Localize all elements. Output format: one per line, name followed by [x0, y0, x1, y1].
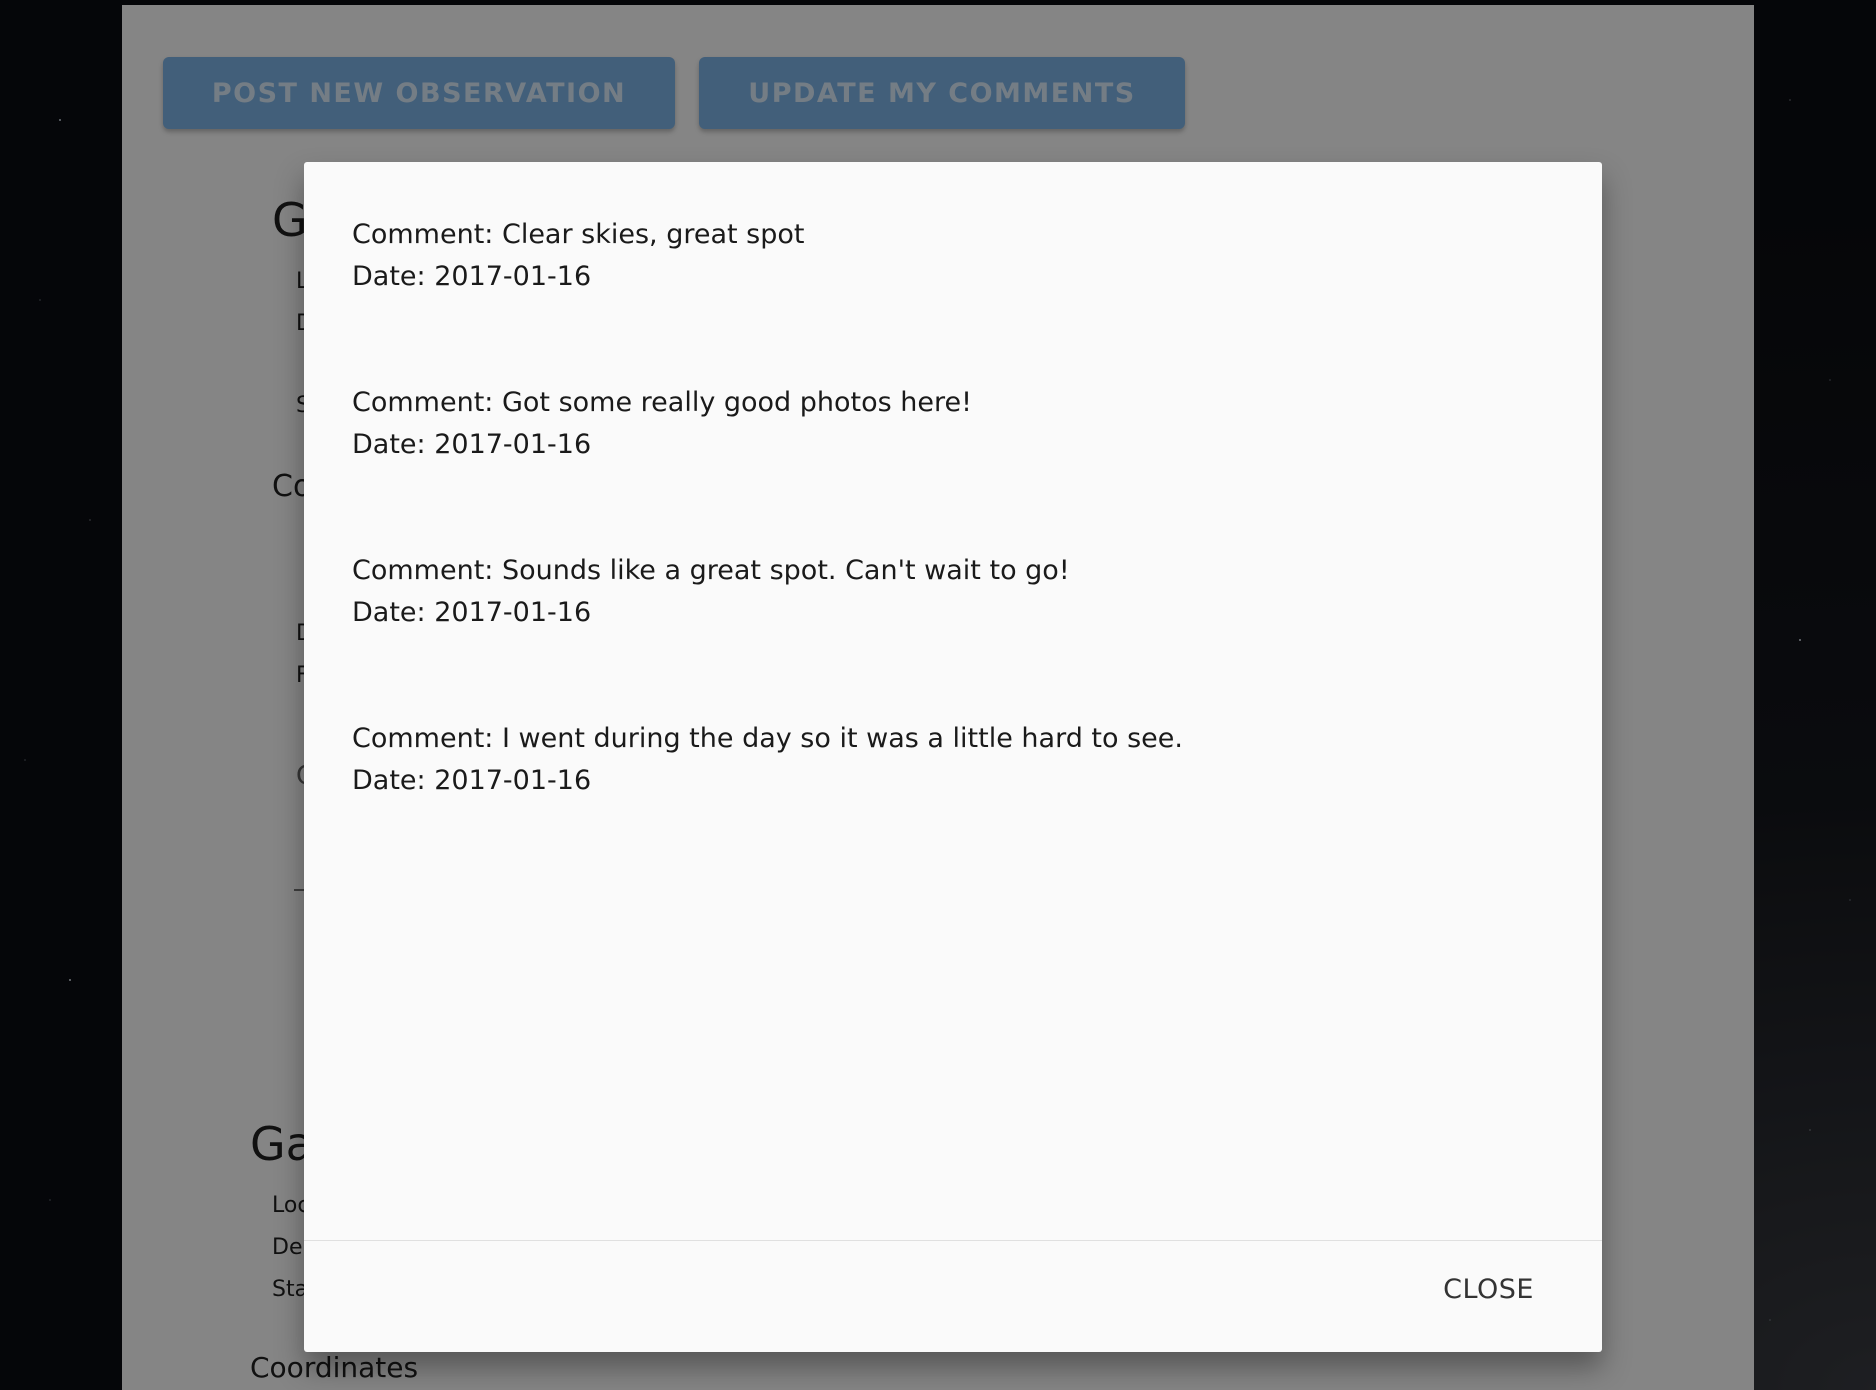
comment-text: Comment: Got some really good photos her… — [352, 387, 972, 418]
modal-footer-divider — [304, 1240, 1602, 1241]
comment-date: Date: 2017-01-16 — [352, 429, 592, 460]
close-button[interactable]: CLOSE — [1443, 1274, 1534, 1305]
comment-item: Comment: Clear skies, great spot Date: 2… — [352, 214, 1554, 382]
comment-date: Date: 2017-01-16 — [352, 597, 592, 628]
comment-text: Comment: I went during the day so it was… — [352, 723, 1183, 754]
comment-item: Comment: Got some really good photos her… — [352, 382, 1554, 550]
comment-date: Date: 2017-01-16 — [352, 765, 592, 796]
comment-item: Comment: I went during the day so it was… — [352, 718, 1554, 886]
comments-modal: Comment: Clear skies, great spot Date: 2… — [304, 162, 1602, 1352]
comments-list: Comment: Clear skies, great spot Date: 2… — [352, 214, 1554, 886]
comment-item: Comment: Sounds like a great spot. Can't… — [352, 550, 1554, 718]
comment-date: Date: 2017-01-16 — [352, 261, 592, 292]
comment-text: Comment: Clear skies, great spot — [352, 219, 805, 250]
comment-text: Comment: Sounds like a great spot. Can't… — [352, 555, 1070, 586]
